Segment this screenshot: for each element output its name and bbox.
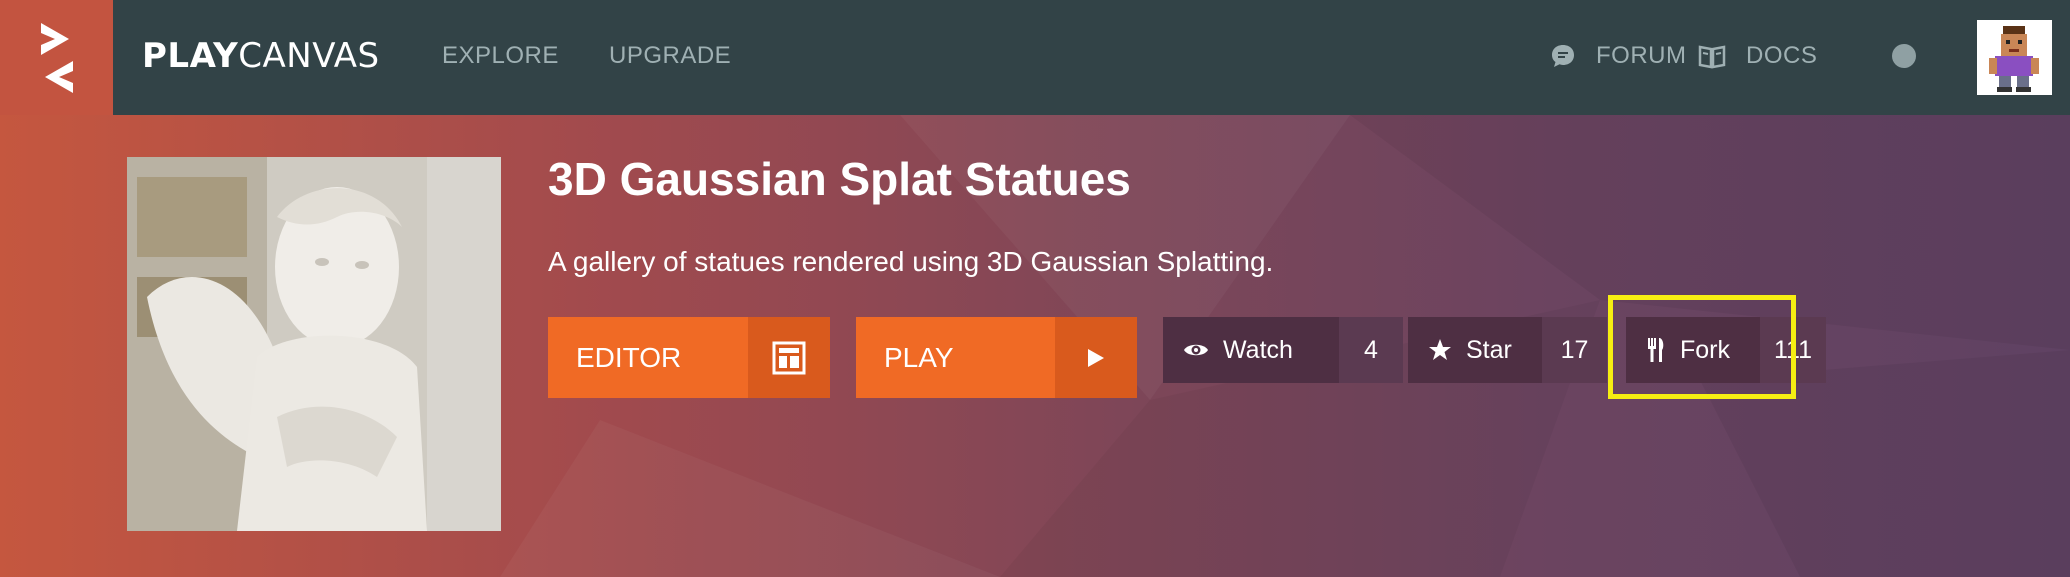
top-navigation: PLAYCANVAS EXPLORE UPGRADE FORUM DOCS [113,0,2070,115]
project-thumbnail [127,157,501,531]
nav-docs[interactable]: DOCS [1698,42,1817,70]
fork-highlight-box [1608,295,1796,399]
nav-explore[interactable]: EXPLORE [442,42,559,70]
brand-bold: PLAY [142,36,239,76]
play-button-label: PLAY [884,341,954,373]
project-title: 3D Gaussian Splat Statues [548,153,1131,205]
nav-upgrade[interactable]: UPGRADE [609,42,731,70]
logo-strip[interactable] [0,0,113,115]
nav-forum[interactable]: FORUM [1550,42,1686,70]
chat-bubble-icon [1552,45,1574,67]
nav-forum-label: FORUM [1596,42,1687,69]
star-label: Star [1466,335,1512,364]
watch-label: Watch [1223,335,1293,364]
avatar-image [1977,20,2052,95]
eye-icon [1184,344,1208,356]
star-main: Star [1408,317,1542,383]
user-avatar[interactable] [1977,20,2052,95]
play-button[interactable]: PLAY [856,317,1137,398]
watch-button[interactable]: Watch 4 [1163,317,1403,383]
star-icon [1429,339,1451,360]
nav-docs-label: DOCS [1746,42,1818,69]
notification-dot[interactable] [1892,44,1916,68]
book-icon [1698,45,1726,69]
play-icon [1088,348,1104,367]
editor-button[interactable]: EDITOR [548,317,830,398]
watch-count: 4 [1339,317,1403,383]
star-button[interactable]: Star 17 [1408,317,1607,383]
brand-logo[interactable]: PLAYCANVAS [142,36,380,76]
editor-button-label: EDITOR [576,341,682,373]
brand-light: CANVAS [238,36,380,76]
playcanvas-logo-icon [40,22,73,93]
play-icon-box [1055,317,1137,398]
star-count: 17 [1542,317,1607,383]
editor-icon-box [748,317,830,398]
project-description: A gallery of statues rendered using 3D G… [548,246,1274,277]
statue-image [127,157,501,531]
watch-main: Watch [1163,317,1339,383]
layout-icon [772,341,806,374]
